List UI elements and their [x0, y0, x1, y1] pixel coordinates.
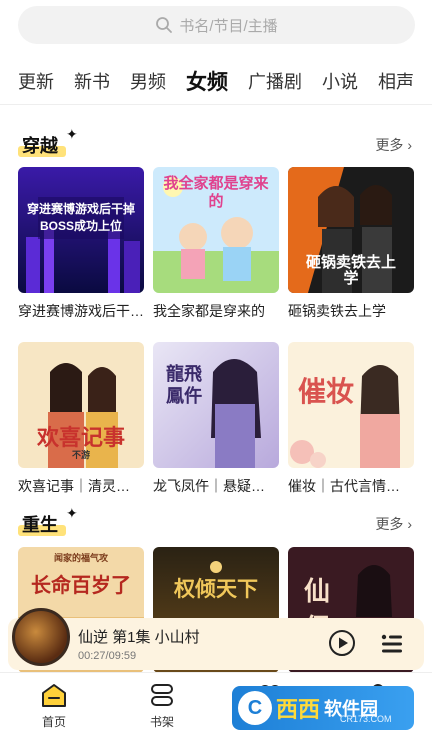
book-cover[interactable]: 砸锅卖铁去上学 [288, 167, 414, 293]
search-icon [156, 17, 173, 33]
nav-label: 书架 [149, 715, 174, 729]
cover-author: 不游 [71, 450, 90, 460]
book-cover[interactable]: 催妆 [288, 342, 414, 468]
book-title: 我全家都是穿来的 [153, 303, 265, 319]
tab-new-books[interactable]: 新书 [74, 68, 110, 94]
more-button[interactable]: 更多 › [375, 514, 412, 534]
book-cover[interactable]: 龍飛鳳仵 [153, 342, 279, 468]
tab-update[interactable]: 更新 [18, 68, 54, 94]
player-cover-avatar[interactable] [12, 608, 70, 666]
cover-title: 穿进赛博游戏后干掉BOSS成功上位 [26, 202, 135, 233]
home-icon [42, 684, 66, 707]
watermark-url: CR173.COM [340, 714, 392, 724]
sparkle-icon: ✦ [66, 505, 78, 521]
tab-male[interactable]: 男频 [130, 68, 166, 94]
more-button[interactable]: 更多 › [375, 135, 412, 155]
cover-subtitle: 闻家的福气攻 [53, 553, 108, 563]
nav-home[interactable]: 首页 [24, 681, 84, 730]
book-title: 欢喜记事｜清灵… [18, 478, 130, 494]
cover-title: 龍飛鳳仵 [166, 364, 202, 407]
nav-label: 首页 [41, 715, 66, 729]
book-cover[interactable]: 穿进赛博游戏后干掉BOSS成功上位 [18, 167, 144, 293]
sparkle-icon: ✦ [66, 126, 78, 142]
book-title: 穿进赛博游戏后干掉BOSS成功上位 [18, 303, 144, 319]
app-screen: 书名/节目/主播 更新 新书 男频 女频 广播剧 小说 相声 穿越 ✦ 更多 ›… [0, 0, 432, 738]
player-time: 00:27/09:59 [78, 650, 137, 662]
book-card[interactable]: 欢喜记事 不游 欢喜记事｜清灵… [18, 342, 144, 496]
tab-crosstalk[interactable]: 相声 [378, 68, 414, 94]
cover-title: 权倾天下 [174, 576, 258, 601]
site-watermark: C 西西 软件园 CR173.COM [232, 686, 414, 730]
book-card[interactable]: 催妆 催妆｜古代言情… [288, 342, 414, 496]
book-card[interactable]: 穿进赛博游戏后干掉BOSS成功上位 穿进赛博游戏后干掉BOSS成功上位 [18, 167, 144, 321]
search-bar[interactable]: 书名/节目/主播 [18, 6, 415, 44]
divider [0, 104, 432, 105]
book-card[interactable]: 龍飛鳳仵 龙飞凤仵｜悬疑… [153, 342, 279, 496]
tab-novel[interactable]: 小说 [322, 68, 358, 94]
book-card[interactable]: 我全家都是穿来的 我全家都是穿来的 [153, 167, 279, 321]
category-tabs: 更新 新书 男频 女频 广播剧 小说 相声 [0, 60, 432, 102]
bookshelf-icon [151, 684, 173, 706]
playlist-icon[interactable] [380, 632, 404, 656]
section-title: 穿越 [22, 136, 58, 156]
cover-title: 催妆 [297, 375, 354, 408]
section-header-time-travel: 穿越 ✦ 更多 › [0, 126, 432, 162]
book-cover[interactable]: 欢喜记事 不游 [18, 342, 144, 468]
book-card[interactable]: 砸锅卖铁去上学 砸锅卖铁去上学 [288, 167, 414, 321]
book-title: 催妆｜古代言情… [288, 478, 400, 494]
mini-player[interactable]: 仙逆 第1集 小山村 00:27/09:59 [8, 608, 424, 670]
cover-title: 长命百岁了 [31, 573, 131, 597]
section-header-rebirth: 重生 ✦ 更多 › [0, 505, 432, 541]
watermark-logo-icon: C [238, 691, 272, 725]
player-title: 仙逆 第1集 小山村 [78, 629, 200, 646]
tab-female[interactable]: 女频 [186, 66, 228, 96]
watermark-name: 西西 [276, 697, 321, 722]
tab-radio-drama[interactable]: 广播剧 [248, 68, 302, 94]
nav-bookshelf[interactable]: 书架 [132, 681, 192, 730]
book-title: 龙飞凤仵｜悬疑… [153, 478, 265, 494]
cover-title: 砸锅卖铁去上学 [305, 254, 396, 287]
book-cover[interactable]: 我全家都是穿来的 [153, 167, 279, 293]
section-title: 重生 [22, 515, 58, 535]
book-title: 砸锅卖铁去上学 [288, 303, 386, 319]
play-icon[interactable] [328, 629, 356, 657]
cover-title: 我全家都是穿来的 [163, 175, 269, 210]
search-placeholder: 书名/节目/主播 [179, 17, 278, 35]
